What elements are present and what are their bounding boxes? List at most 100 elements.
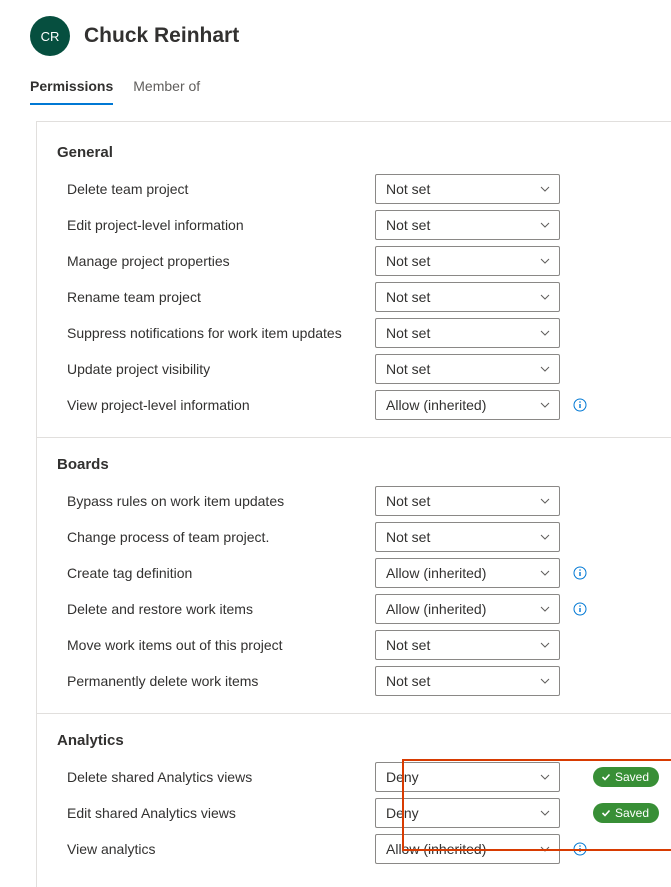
permission-select[interactable]: Not set — [375, 282, 560, 312]
chevron-down-icon — [539, 531, 551, 543]
chevron-down-icon — [539, 495, 551, 507]
permission-value: Not set — [386, 217, 430, 233]
saved-label: Saved — [615, 770, 649, 784]
permission-value: Deny — [386, 769, 419, 785]
saved-badge: Saved — [593, 803, 659, 823]
permission-label: Edit shared Analytics views — [67, 805, 367, 821]
permission-value: Not set — [386, 361, 430, 377]
permission-label: Delete team project — [67, 181, 367, 197]
permission-label: Edit project-level information — [67, 217, 367, 233]
chevron-down-icon — [539, 807, 551, 819]
permission-label: View project-level information — [67, 397, 367, 413]
permission-select[interactable]: Allow (inherited) — [375, 390, 560, 420]
section-boards: Boards Bypass rules on work item updates N… — [37, 437, 671, 699]
permission-label: Move work items out of this project — [67, 637, 367, 653]
permission-label: Bypass rules on work item updates — [67, 493, 367, 509]
tabs: Permissions Member of — [0, 70, 671, 105]
permission-select[interactable]: Deny — [375, 762, 560, 792]
permission-select[interactable]: Not set — [375, 318, 560, 348]
section-title: General — [57, 144, 671, 161]
permission-value: Allow (inherited) — [386, 601, 486, 617]
permission-label: Update project visibility — [67, 361, 367, 377]
permission-value: Allow (inherited) — [386, 397, 486, 413]
check-icon — [601, 808, 611, 818]
permission-select[interactable]: Not set — [375, 246, 560, 276]
permission-label: Delete and restore work items — [67, 601, 367, 617]
info-icon[interactable] — [572, 841, 588, 857]
chevron-down-icon — [539, 603, 551, 615]
tab-member-of[interactable]: Member of — [133, 70, 200, 104]
permission-row: Update project visibility Not set — [57, 351, 671, 387]
permission-row: View analytics Allow (inherited) — [57, 831, 671, 867]
chevron-down-icon — [539, 639, 551, 651]
chevron-down-icon — [539, 399, 551, 411]
chevron-down-icon — [539, 327, 551, 339]
page-title: Chuck Reinhart — [84, 24, 239, 48]
avatar: CR — [30, 16, 70, 56]
permission-label: View analytics — [67, 841, 367, 857]
permission-label: Manage project properties — [67, 253, 367, 269]
permission-row: Edit project-level information Not set — [57, 207, 671, 243]
permission-row: Permanently delete work itemsNot set — [57, 663, 671, 699]
permission-value: Deny — [386, 805, 419, 821]
section-general: GeneralDelete team projectNot setEdit pr… — [37, 144, 671, 423]
permission-select[interactable]: Deny — [375, 798, 560, 828]
info-icon[interactable] — [572, 565, 588, 581]
permission-value: Not set — [386, 673, 430, 689]
permission-row: Delete team project Not set — [57, 171, 671, 207]
chevron-down-icon — [539, 291, 551, 303]
permission-row: Move work items out of this project Not s… — [57, 627, 671, 663]
permission-row: Manage project properties Not set — [57, 243, 671, 279]
permission-value: Not set — [386, 493, 430, 509]
permission-select[interactable]: Not set — [375, 666, 560, 696]
section-title: Boards — [57, 456, 671, 473]
section-title: Analytics — [57, 732, 671, 749]
permission-row: Edit shared Analytics views Deny Saved — [57, 795, 671, 831]
tab-permissions[interactable]: Permissions — [30, 70, 113, 104]
info-icon[interactable] — [572, 397, 588, 413]
chevron-down-icon — [539, 363, 551, 375]
permission-select[interactable]: Not set — [375, 630, 560, 660]
permission-select[interactable]: Allow (inherited) — [375, 558, 560, 588]
permissions-panel: GeneralDelete team projectNot setEdit pr… — [36, 121, 671, 887]
permission-label: Rename team project — [67, 289, 367, 305]
saved-label: Saved — [615, 806, 649, 820]
chevron-down-icon — [539, 567, 551, 579]
permission-select[interactable]: Not set — [375, 354, 560, 384]
permission-value: Not set — [386, 325, 430, 341]
permission-value: Allow (inherited) — [386, 565, 486, 581]
permission-row: Bypass rules on work item updates Not set — [57, 483, 671, 519]
permission-row: View project-level information Allow (inh… — [57, 387, 671, 423]
check-icon — [601, 772, 611, 782]
permission-label: Suppress notifications for work item upd… — [67, 325, 367, 341]
permission-row: Delete shared Analytics views Deny Saved — [57, 759, 671, 795]
chevron-down-icon — [539, 675, 551, 687]
permission-select[interactable]: Allow (inherited) — [375, 834, 560, 864]
chevron-down-icon — [539, 771, 551, 783]
permission-select[interactable]: Not set — [375, 210, 560, 240]
permission-label: Create tag definition — [67, 565, 367, 581]
permission-row: Rename team project Not set — [57, 279, 671, 315]
permission-row: Suppress notifications for work item upd… — [57, 315, 671, 351]
permission-label: Change process of team project. — [67, 529, 367, 545]
saved-badge: Saved — [593, 767, 659, 787]
permission-value: Not set — [386, 253, 430, 269]
info-icon[interactable] — [572, 601, 588, 617]
chevron-down-icon — [539, 843, 551, 855]
section-analytics: AnalyticsDelete shared Analytics viewsDe… — [37, 713, 671, 867]
permission-value: Allow (inherited) — [386, 841, 486, 857]
chevron-down-icon — [539, 183, 551, 195]
permission-select[interactable]: Not set — [375, 486, 560, 516]
permission-value: Not set — [386, 181, 430, 197]
permission-label: Delete shared Analytics views — [67, 769, 367, 785]
permission-select[interactable]: Not set — [375, 174, 560, 204]
permission-select[interactable]: Not set — [375, 522, 560, 552]
permission-row: Create tag definition Allow (inherited) — [57, 555, 671, 591]
permission-row: Change process of team project. Not set — [57, 519, 671, 555]
permission-row: Delete and restore work items Allow (inhe… — [57, 591, 671, 627]
permission-value: Not set — [386, 289, 430, 305]
chevron-down-icon — [539, 255, 551, 267]
chevron-down-icon — [539, 219, 551, 231]
permission-value: Not set — [386, 529, 430, 545]
permission-select[interactable]: Allow (inherited) — [375, 594, 560, 624]
